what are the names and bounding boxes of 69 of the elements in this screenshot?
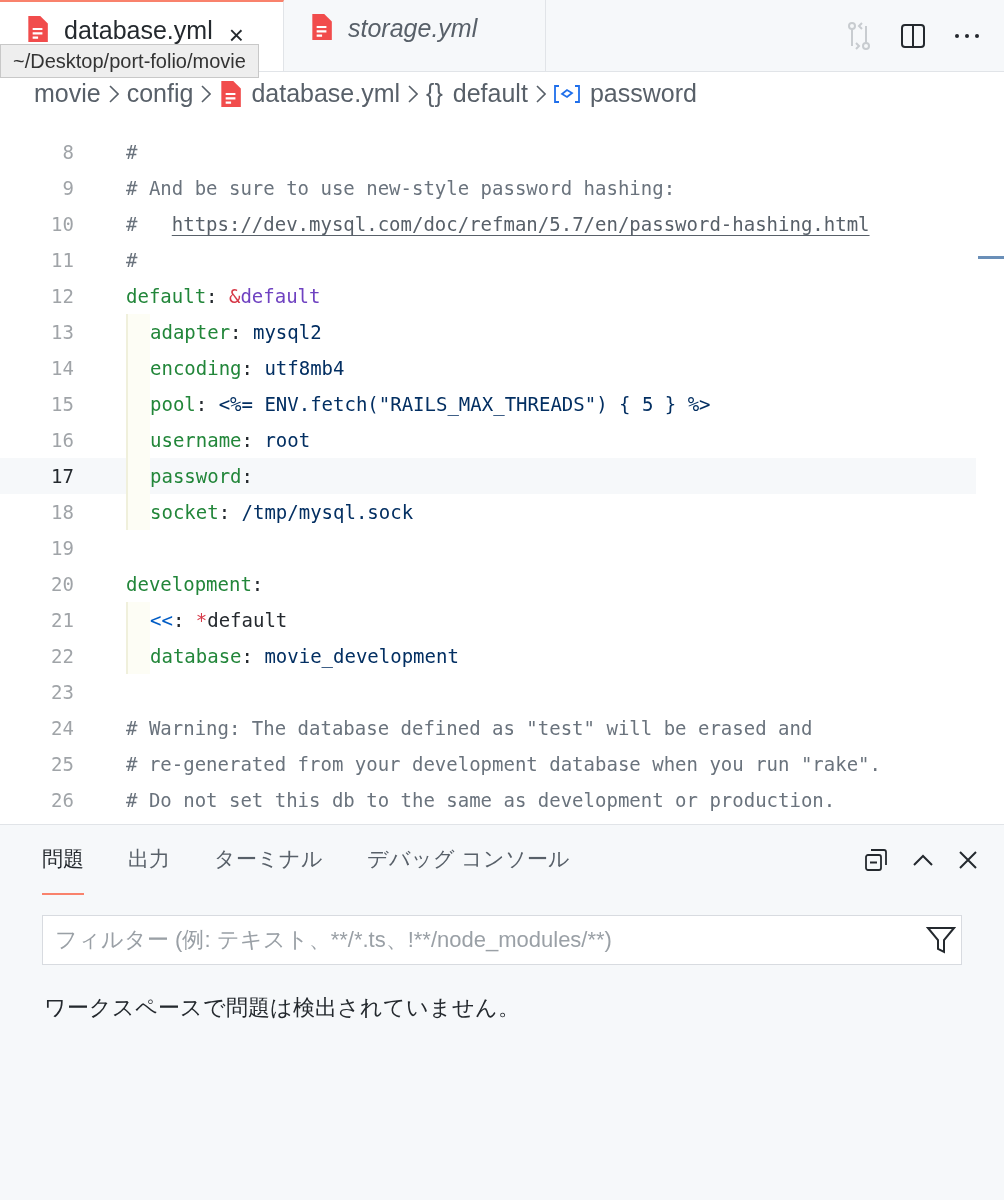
chevron-up-icon[interactable]: [912, 853, 934, 867]
code-line: password:: [150, 463, 253, 489]
code-line: # re-generated from your development database when you run "rake".: [126, 751, 881, 777]
code-line: database: movie_development: [150, 643, 459, 670]
filter-field[interactable]: フィルター (例: テキスト、**/*.ts、!**/node_modules/**): [42, 915, 962, 965]
code-line: pool: <%= ENV.fetch("RAILS_MAX_THREADS") { 5 } %>: [150, 391, 711, 418]
breadcrumb-item[interactable]: {} default: [426, 75, 528, 113]
code-line: #: [126, 247, 138, 273]
file-icon: [219, 81, 242, 107]
chevron-right-icon: [108, 85, 119, 103]
code-line: # Warning: The database defined as "test" will be erased and: [126, 715, 813, 741]
split-editor-icon[interactable]: [900, 22, 926, 49]
indent-guide: [126, 494, 150, 530]
close-icon[interactable]: [958, 850, 978, 870]
line-number: 10: [50, 211, 74, 237]
code-line: #: [126, 139, 138, 165]
line-number: 21: [50, 607, 74, 633]
line-number: 19: [50, 535, 74, 561]
path-tooltip: ~/Desktop/port-folio/movie: [0, 44, 259, 78]
code-line: # Do not set this db to the same as development or production.: [126, 787, 836, 813]
code-line: development:: [126, 571, 264, 597]
line-number: 11: [50, 247, 74, 273]
no-problems-message: ワークスペースで問題は検出されていません。: [44, 994, 521, 1022]
breadcrumb-item[interactable]: movie: [34, 75, 101, 113]
indent-guide: [126, 602, 150, 638]
code-line: socket: /tmp/mysql.sock: [150, 499, 414, 525]
code-line: encoding: utf8mb4: [150, 355, 345, 381]
property-icon: [553, 85, 580, 103]
line-number: 13: [50, 319, 74, 345]
chevron-right-icon: [408, 85, 419, 103]
panel-tab[interactable]: 出力: [128, 825, 170, 895]
breadcrumb-item[interactable]: database.yml: [219, 75, 401, 113]
line-number: 15: [50, 391, 74, 417]
line-number: 18: [50, 499, 74, 525]
code-line: adapter: mysql2: [150, 319, 322, 345]
code-line: # https://dev.mysql.com/doc/refman/5.7/en/password-hashing.html: [126, 211, 870, 237]
line-number: 22: [50, 643, 74, 669]
more-icon[interactable]: [954, 32, 980, 39]
code-line: <<: *default: [150, 607, 288, 633]
code-link[interactable]: https://dev.mysql.com/doc/refman/5.7/en/password-hashing.html: [171, 212, 870, 235]
chevron-right-icon: [201, 85, 212, 103]
line-number: 23: [50, 679, 74, 705]
code-line: # And be sure to use new-style password hashing:: [126, 175, 676, 201]
chevron-right-icon: [535, 85, 546, 103]
line-number: 8: [61, 139, 74, 165]
overview-ruler-mark: [978, 256, 1004, 259]
code-line: username: root: [150, 427, 311, 453]
braces-icon: {}: [426, 75, 443, 113]
indent-guide: [126, 314, 150, 350]
line-number: 17: [50, 463, 74, 489]
filter-icon[interactable]: [926, 925, 956, 955]
code-line: default: &default: [126, 283, 321, 309]
line-number: 20: [50, 571, 74, 597]
indent-guide: [126, 638, 150, 674]
breadcrumb-item[interactable]: config: [126, 75, 194, 113]
breadcrumb-item[interactable]: password: [553, 75, 697, 113]
line-number: 12: [50, 283, 74, 309]
panel-tab[interactable]: 問題: [42, 825, 84, 895]
file-icon: [310, 14, 332, 40]
collapse-all-icon[interactable]: [864, 848, 888, 872]
line-number: 16: [50, 427, 74, 453]
panel-tab[interactable]: デバッグ コンソール: [367, 825, 570, 895]
line-number: 14: [50, 355, 74, 381]
file-icon: [26, 16, 48, 42]
line-number: 25: [50, 751, 74, 777]
line-number: 26: [50, 787, 74, 813]
line-number: 24: [50, 715, 74, 741]
line-number: 9: [61, 175, 74, 201]
panel-tab[interactable]: ターミナル: [214, 825, 323, 895]
